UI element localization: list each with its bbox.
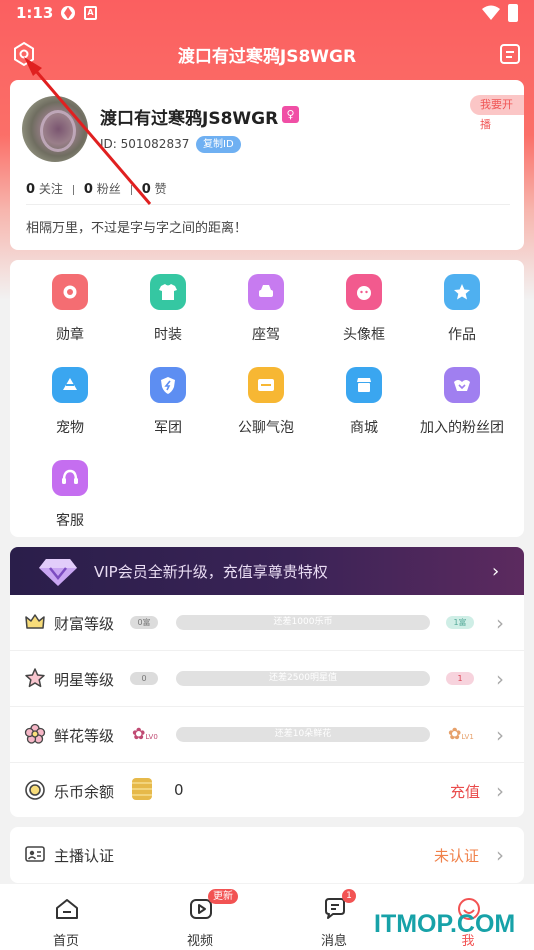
bio-text: 相隔万里，不过是字与字之间的距离！ [26, 221, 248, 236]
profile-card: 渡口有过寒鸦JS8WGR ♀ ID: 501082837 复制ID 我要开播 0… [10, 80, 524, 250]
vip-text: VIP会员全新升级，充值享尊贵特权 [94, 563, 328, 581]
balance-row[interactable]: 乐币余额 0 充值 › [10, 763, 524, 819]
page-title: 渡口有过寒鸦JS8WGR [177, 47, 357, 67]
feature-item[interactable]: 时装 [118, 266, 218, 346]
feature-item[interactable]: 作品 [412, 266, 512, 346]
level-badge: 0 [130, 672, 158, 685]
watermark: ITMOP.COM [374, 910, 516, 938]
user-id: ID: 501082837 [100, 137, 190, 151]
next-level-badge: 1富 [446, 616, 474, 629]
chevron-right-icon: › [492, 561, 500, 582]
feature-item[interactable]: 加入的粉丝团 [412, 359, 512, 439]
status-bar: 1:13 A [0, 0, 534, 28]
next-level-badge: 1 [446, 672, 474, 685]
username: 渡口有过寒鸦JS8WGR [100, 109, 279, 129]
feature-item[interactable]: 公聊气泡 [216, 359, 316, 439]
medal-icon [52, 274, 88, 310]
likes-stat[interactable]: 0 赞 [142, 182, 167, 197]
home-icon [56, 899, 78, 919]
level-progress-bar: 还差2500明星值 [176, 671, 430, 686]
star-outline-icon [25, 668, 45, 688]
flower-level-badge: ✿LV0 [132, 724, 158, 743]
chevron-right-icon: › [496, 723, 504, 747]
level-progress-bar: 还差1000乐币 [176, 615, 430, 630]
go-live-button[interactable]: 我要开播 [470, 95, 524, 131]
unread-count-badge: 1 [342, 889, 356, 903]
recharge-button[interactable]: 充值 [450, 781, 480, 802]
feature-label: 客服 [56, 513, 84, 529]
id-card-icon [25, 846, 45, 862]
wealth-level-row[interactable]: 财富等级 0富 还差1000乐币 1富 › [10, 595, 524, 651]
level-progress-bar: 还差10朵鲜花 [176, 727, 430, 742]
fan-club-icon [444, 367, 480, 403]
avatar[interactable] [22, 96, 88, 162]
car-icon [248, 274, 284, 310]
update-badge: 更新 [208, 889, 238, 904]
profile-stats: 0 关注 0 粉丝 0 赞 [26, 180, 167, 197]
coin-stack-icon [132, 778, 152, 800]
levels-card: 财富等级 0富 还差1000乐币 1富 › 明星等级 0 还差2500明星值 1… [10, 595, 524, 817]
flower-level-row[interactable]: 鲜花等级 ✿LV0 还差10朵鲜花 ✿LV1 › [10, 707, 524, 763]
chevron-right-icon: › [496, 843, 504, 867]
feature-item[interactable]: 客服 [20, 452, 120, 532]
fans-stat[interactable]: 0 粉丝 [84, 182, 121, 197]
gender-female-icon: ♀ [282, 106, 299, 123]
menu-icon[interactable] [497, 41, 523, 67]
certification-status: 未认证 [434, 847, 480, 865]
pet-icon [52, 367, 88, 403]
anchor-certification-row[interactable]: 主播认证 未认证 › [10, 827, 524, 883]
status-time: 1:13 [16, 4, 54, 22]
notification-a-icon: A [84, 6, 97, 20]
divider [26, 204, 510, 205]
app-notification-icon [61, 6, 75, 20]
copy-id-button[interactable]: 复制ID [196, 136, 241, 153]
tab-video[interactable]: 更新 视频 [150, 884, 250, 950]
feature-item[interactable]: 宠物 [20, 359, 120, 439]
chevron-right-icon: › [496, 667, 504, 691]
wifi-icon [482, 5, 500, 20]
crown-icon [25, 614, 45, 629]
star-level-row[interactable]: 明星等级 0 还差2500明星值 1 › [10, 651, 524, 707]
coin-icon [25, 780, 45, 800]
flower-icon [24, 723, 46, 744]
feature-item[interactable]: 头像框 [314, 266, 414, 346]
feature-label: 作品 [448, 327, 476, 343]
star-icon [444, 274, 480, 310]
headset-icon [52, 460, 88, 496]
diamond-icon [39, 559, 77, 586]
shield-icon [150, 367, 186, 403]
feature-label: 加入的粉丝团 [420, 420, 504, 436]
feature-item[interactable]: 座驾 [216, 266, 316, 346]
vip-banner[interactable]: VIP会员全新升级，充值享尊贵特权 › [10, 547, 524, 595]
feature-item[interactable]: 勋章 [20, 266, 120, 346]
level-badge: 0富 [130, 616, 158, 629]
battery-icon [508, 4, 518, 22]
feature-item[interactable]: 军团 [118, 359, 218, 439]
next-flower-level-badge: ✿LV1 [448, 724, 474, 743]
shop-icon [346, 367, 382, 403]
tab-messages[interactable]: 1 消息 [284, 884, 384, 950]
title-bar: 渡口有过寒鸦JS8WGR [0, 36, 534, 72]
feature-item[interactable]: 商城 [314, 359, 414, 439]
balance-value: 0 [174, 781, 184, 799]
tab-home[interactable]: 首页 [16, 884, 116, 950]
chevron-right-icon: › [496, 779, 504, 803]
feature-grid: 勋章 时装 座驾 头像框作品宠物 军团 公聊气泡 商城 加入的粉丝团客服 [10, 260, 524, 537]
avatar-frame-icon [346, 274, 382, 310]
following-stat[interactable]: 0 关注 [26, 182, 63, 197]
chevron-right-icon: › [496, 611, 504, 635]
tshirt-icon [150, 274, 186, 310]
chat-bubble-icon [248, 367, 284, 403]
